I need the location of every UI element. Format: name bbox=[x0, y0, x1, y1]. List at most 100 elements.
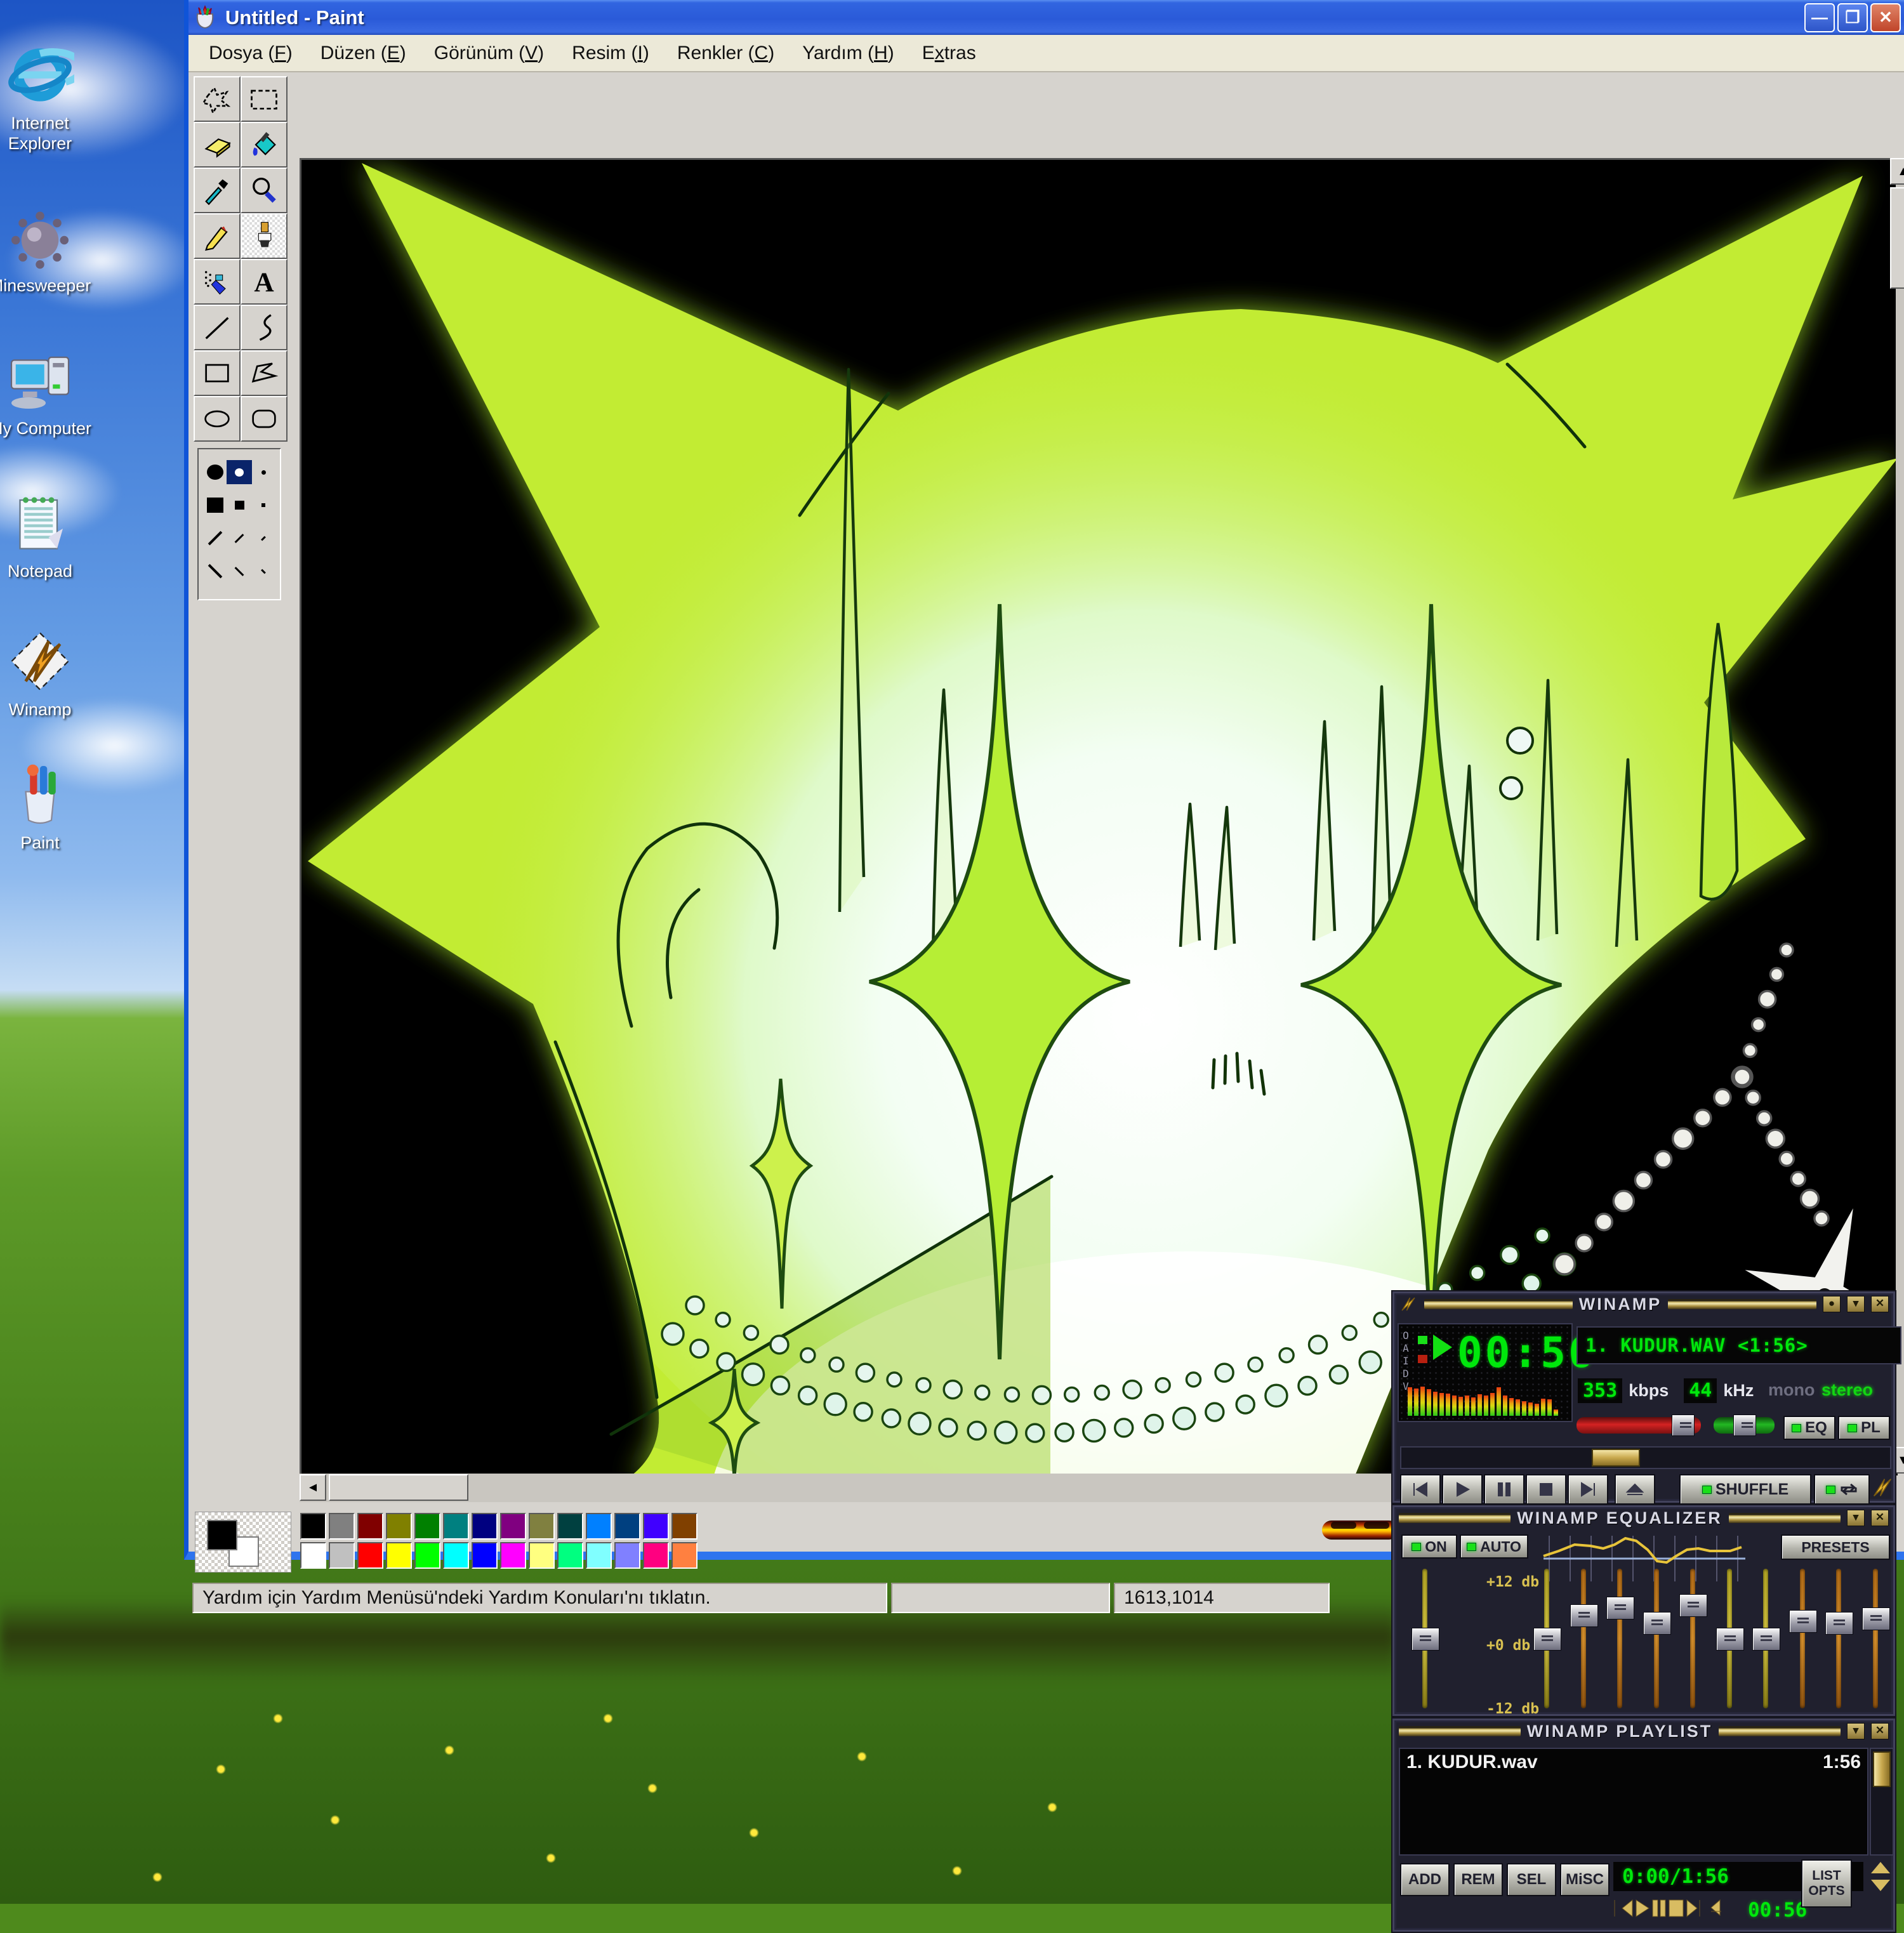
color-swatch-#004040[interactable] bbox=[557, 1513, 583, 1540]
brush-slash-medium[interactable] bbox=[235, 534, 244, 543]
tool-eraser[interactable] bbox=[194, 122, 241, 168]
seek-bar[interactable] bbox=[1400, 1446, 1891, 1469]
eq-band-slider-3K[interactable] bbox=[1716, 1569, 1743, 1708]
canvas-vertical-scrollbar[interactable]: ▲ ▼ bbox=[1896, 158, 1904, 1474]
eq-on-button[interactable]: ON bbox=[1401, 1534, 1457, 1559]
menu-görünüm[interactable]: Görünüm (V) bbox=[420, 39, 558, 68]
brush-shape-options[interactable] bbox=[197, 448, 281, 600]
equalizer-shade-button[interactable]: ▾ bbox=[1847, 1510, 1865, 1526]
desktop-icon-my-computer[interactable]: My Computer bbox=[0, 346, 94, 439]
close-button[interactable]: ✕ bbox=[1870, 3, 1901, 32]
color-swatch-#ffffff[interactable] bbox=[300, 1542, 326, 1569]
color-swatch-#4000ff[interactable] bbox=[643, 1513, 669, 1540]
eq-band-slider-1K[interactable] bbox=[1679, 1569, 1706, 1708]
color-swatch-#000000[interactable] bbox=[300, 1513, 326, 1540]
play-button[interactable] bbox=[1442, 1474, 1483, 1505]
tool-magnifier[interactable] bbox=[241, 168, 288, 213]
brush-slash-small[interactable] bbox=[261, 536, 266, 541]
brush-square-medium[interactable] bbox=[235, 501, 244, 510]
volume-thumb[interactable] bbox=[1672, 1415, 1695, 1436]
tool-text[interactable]: A bbox=[241, 259, 288, 305]
tool-curve[interactable] bbox=[241, 305, 288, 350]
desktop-icon-minesweeper[interactable]: Minesweeper bbox=[0, 203, 94, 296]
desktop-icon-winamp[interactable]: Winamp bbox=[0, 627, 94, 720]
winamp-titlebar[interactable]: WINAMP ● ▾ ✕ bbox=[1392, 1291, 1895, 1317]
eq-toggle-button[interactable]: EQ bbox=[1783, 1416, 1835, 1440]
tool-airbrush[interactable] bbox=[194, 259, 241, 305]
menu-resim[interactable]: Resim (I) bbox=[558, 39, 663, 68]
playlist-titlebar[interactable]: WINAMP PLAYLIST ▾ ✕ bbox=[1392, 1719, 1895, 1744]
eq-presets-button[interactable]: PRESETS bbox=[1781, 1534, 1890, 1560]
eject-button[interactable] bbox=[1615, 1474, 1655, 1505]
foreground-background-colors[interactable] bbox=[195, 1512, 291, 1573]
tool-select[interactable] bbox=[241, 76, 288, 122]
eq-band-slider-170[interactable] bbox=[1570, 1569, 1597, 1708]
color-swatch-#004080[interactable] bbox=[614, 1513, 640, 1540]
playlist-mini-transport[interactable] bbox=[1613, 1897, 1728, 1919]
seek-thumb[interactable] bbox=[1592, 1449, 1640, 1467]
playlist-shade-button[interactable]: ▾ bbox=[1847, 1723, 1865, 1739]
color-swatch-#808040[interactable] bbox=[529, 1513, 555, 1540]
playlist-rem-button[interactable]: REM bbox=[1453, 1863, 1503, 1896]
winamp-close-button[interactable]: ✕ bbox=[1871, 1296, 1889, 1312]
maximize-button[interactable]: ❐ bbox=[1837, 3, 1868, 32]
eq-auto-button[interactable]: AUTO bbox=[1460, 1534, 1528, 1559]
brush-size-large[interactable] bbox=[207, 465, 223, 480]
color-swatch-#ff0000[interactable] bbox=[357, 1542, 383, 1569]
tool-line[interactable] bbox=[194, 305, 241, 350]
menu-extras[interactable]: Extras bbox=[908, 39, 990, 68]
previous-button[interactable] bbox=[1400, 1474, 1441, 1505]
eq-band-slider-14K[interactable] bbox=[1825, 1569, 1852, 1708]
brush-backslash-medium[interactable] bbox=[235, 567, 244, 576]
eq-band-slider-16K[interactable] bbox=[1862, 1569, 1889, 1708]
volume-slider[interactable] bbox=[1577, 1417, 1701, 1434]
playlist-scrollbar[interactable] bbox=[1870, 1748, 1894, 1856]
brush-size-small[interactable] bbox=[261, 470, 266, 475]
playlist-tracklist[interactable]: 1. KUDUR.wav1:56 bbox=[1399, 1748, 1868, 1856]
playlist-item[interactable]: 1. KUDUR.wav1:56 bbox=[1400, 1749, 1867, 1776]
brush-size-medium-selected[interactable] bbox=[227, 460, 252, 484]
balance-slider[interactable] bbox=[1714, 1417, 1775, 1434]
brush-backslash-small[interactable] bbox=[261, 569, 266, 574]
tool-pick-color[interactable] bbox=[194, 168, 241, 213]
eq-band-slider-6K[interactable] bbox=[1752, 1569, 1779, 1708]
color-swatch-#00ff00[interactable] bbox=[414, 1542, 440, 1569]
spectrum-analyzer[interactable] bbox=[1408, 1379, 1565, 1416]
eq-preamp-slider[interactable] bbox=[1411, 1569, 1438, 1708]
color-swatch-#00ff80[interactable] bbox=[557, 1542, 583, 1569]
tool-fill-with-color[interactable] bbox=[241, 122, 288, 168]
tool-free-form-select[interactable] bbox=[194, 76, 241, 122]
minimize-button[interactable]: — bbox=[1804, 3, 1835, 32]
color-swatch-#ffff80[interactable] bbox=[529, 1542, 555, 1569]
color-swatch-#008000[interactable] bbox=[414, 1513, 440, 1540]
equalizer-close-button[interactable]: ✕ bbox=[1871, 1510, 1889, 1526]
playlist-scroll-arrows[interactable] bbox=[1871, 1862, 1890, 1891]
brush-square-large[interactable] bbox=[207, 498, 223, 513]
playlist-misc-button[interactable]: MiSC bbox=[1560, 1863, 1610, 1896]
track-title-marquee[interactable]: 1. KUDUR.WAV <1:56> bbox=[1577, 1326, 1901, 1364]
color-swatch-#808000[interactable] bbox=[386, 1513, 412, 1540]
menu-renkler[interactable]: Renkler (C) bbox=[663, 39, 788, 68]
pause-button[interactable] bbox=[1484, 1474, 1524, 1505]
color-swatch-#00ffff[interactable] bbox=[443, 1542, 469, 1569]
paint-titlebar[interactable]: Untitled - Paint — ❐ ✕ bbox=[188, 0, 1904, 35]
tool-pencil[interactable] bbox=[194, 213, 241, 259]
eq-band-slider-600[interactable] bbox=[1643, 1569, 1670, 1708]
eq-band-slider-12K[interactable] bbox=[1789, 1569, 1816, 1708]
balance-thumb[interactable] bbox=[1733, 1415, 1756, 1436]
color-swatch-#000080[interactable] bbox=[472, 1513, 498, 1540]
desktop-icon-paint[interactable]: Paint bbox=[0, 760, 94, 853]
eq-band-slider-60[interactable] bbox=[1533, 1569, 1560, 1708]
menu-yardım[interactable]: Yardım (H) bbox=[788, 39, 908, 68]
next-button[interactable] bbox=[1568, 1474, 1608, 1505]
color-swatch-#c0c0c0[interactable] bbox=[329, 1542, 355, 1569]
stop-button[interactable] bbox=[1526, 1474, 1566, 1505]
lcd-display[interactable]: OAIDV 00:56 bbox=[1398, 1323, 1573, 1422]
eq-band-slider-310[interactable] bbox=[1606, 1569, 1633, 1708]
color-swatch-#804000[interactable] bbox=[671, 1513, 697, 1540]
tool-polygon[interactable] bbox=[241, 350, 288, 396]
shuffle-button[interactable]: SHUFFLE bbox=[1679, 1474, 1811, 1505]
desktop-icon-notepad[interactable]: Notepad bbox=[0, 489, 94, 581]
color-swatch-#008080[interactable] bbox=[443, 1513, 469, 1540]
paint-canvas[interactable] bbox=[300, 158, 1898, 1475]
